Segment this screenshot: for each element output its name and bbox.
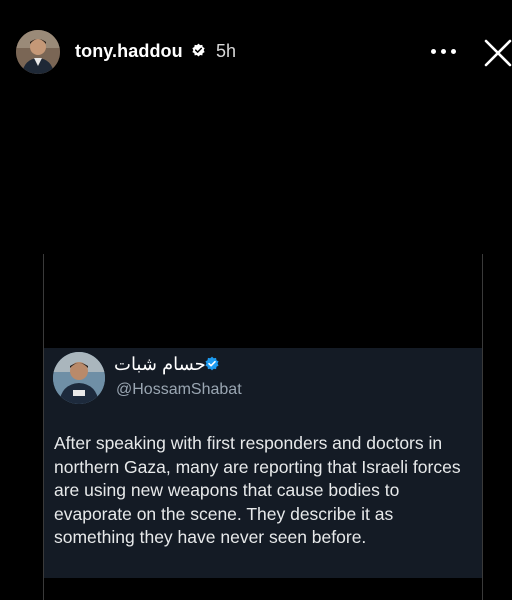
tweet-display-name[interactable]: حسام شبات	[114, 354, 206, 375]
close-icon[interactable]	[483, 38, 512, 68]
tweet-avatar[interactable]	[53, 352, 105, 404]
user-avatar-photo	[16, 30, 60, 74]
verified-badge-icon	[192, 43, 205, 57]
card-right-edge	[482, 254, 483, 600]
story-header: tony.haddou 5h	[0, 0, 512, 100]
verified-badge-icon	[205, 356, 219, 371]
tweet-text: After speaking with first responders and…	[54, 433, 461, 547]
user-avatar[interactable]	[16, 30, 60, 74]
tweet-handle[interactable]: @HossamShabat	[116, 381, 242, 399]
tweet-avatar-photo	[53, 352, 105, 404]
post-time: 5h	[216, 41, 237, 61]
more-horizontal-icon[interactable]	[431, 49, 457, 57]
username[interactable]: tony.haddou	[75, 41, 183, 62]
